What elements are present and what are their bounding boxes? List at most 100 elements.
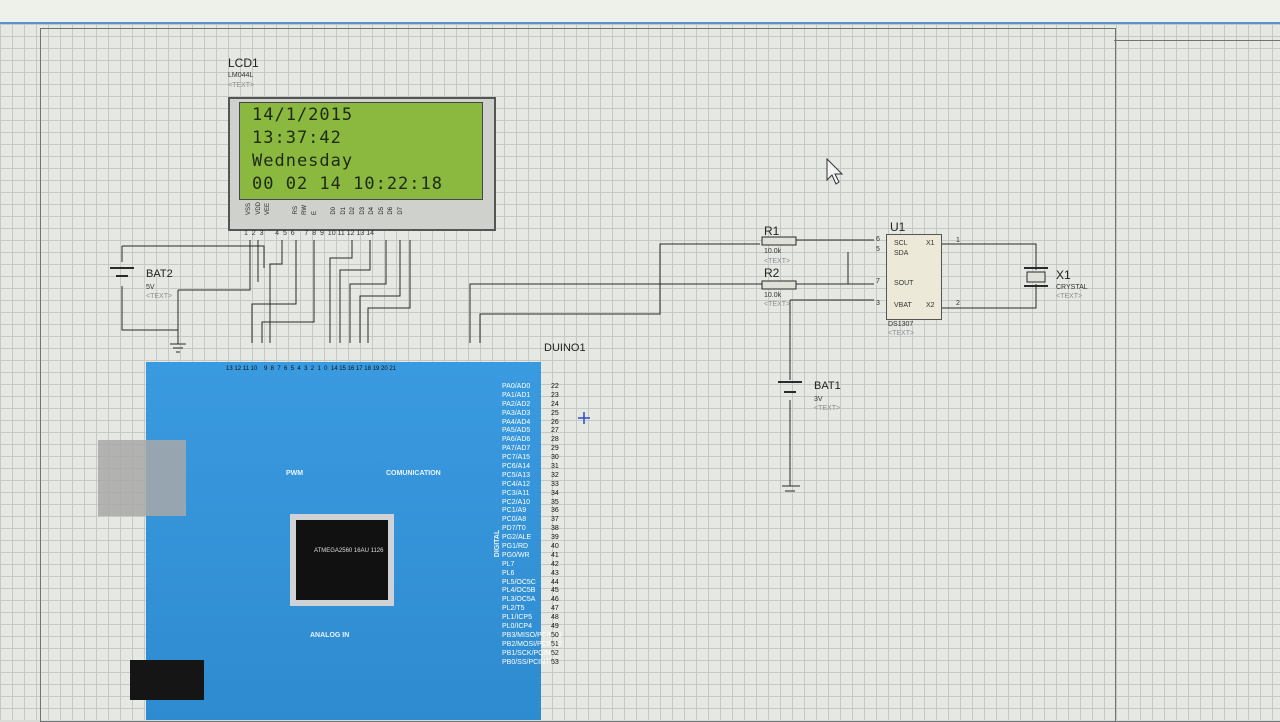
lcd-pin-number: 11 (337, 230, 345, 237)
right-pin-number: 42 (551, 560, 559, 568)
lcd-pin-label: D0 (331, 207, 337, 215)
right-pin-number: 46 (551, 596, 559, 604)
top-pin: 1 (317, 366, 321, 372)
right-pin-number: 22 (551, 383, 559, 390)
right-pin-number: 49 (551, 623, 559, 631)
lcd-pin-number: 10 (327, 230, 336, 237)
mouse-cursor-icon (826, 158, 844, 185)
lcd-line-4: 00 02 14 10:22:18 (252, 174, 443, 194)
lcd-model-label: LM044L (228, 72, 254, 79)
lcd-pin-label: D3 (359, 207, 366, 215)
right-pin-number: 40 (551, 543, 559, 551)
right-pin-number: 27 (551, 427, 559, 435)
rtc-pin-sout: SOUT (894, 280, 914, 287)
atmega-chip-label: ATMEGA2560 16AU 1126 (314, 548, 384, 554)
lcd-pin-label: D5 (378, 207, 385, 215)
arduino-top-pins: 13 12 11 10 9 8 7 6 5 4 3 2 1 0 14 15 16… (226, 366, 396, 372)
top-pin: 9 (263, 366, 268, 372)
right-pin-number: 26 (551, 418, 559, 426)
lcd-pin-label: D1 (340, 207, 347, 215)
right-pin-number: 32 (551, 471, 559, 479)
bat2-value-label: 5V (146, 284, 155, 291)
right-pin-number: 45 (551, 587, 559, 595)
lcd-pin-label: D4 (369, 207, 375, 215)
lcd-pin-number: 4 (275, 230, 280, 237)
u1-ref-label: U1 (890, 220, 906, 234)
top-pin: 13 (226, 366, 233, 372)
rtc-pin-x1: X1 (926, 240, 935, 247)
duino-ref-label: DUINO1 (544, 342, 586, 354)
lcd-pin-number: 7 (304, 230, 309, 237)
crosshair-icon (578, 412, 590, 424)
top-pin: 3 (304, 366, 308, 372)
com-section-label: COMUNICATION (386, 470, 441, 477)
top-pin: 0 (324, 366, 328, 372)
lcd-pin-label: E (311, 210, 318, 215)
right-pin-number: 53 (551, 658, 559, 666)
right-pin-number: 47 (551, 605, 559, 613)
top-pin: 17 (355, 366, 363, 372)
r2-text-tag: <TEXT> (764, 301, 791, 308)
right-pin-number: 23 (551, 391, 559, 399)
right-pin-number: 31 (551, 463, 559, 471)
rtc-pin-num: 2 (956, 300, 960, 307)
lcd-pin-label: D6 (388, 207, 394, 215)
pwm-section-label: PWM (286, 470, 304, 477)
top-pin: 2 (310, 366, 315, 372)
lcd-pin-label: D2 (350, 207, 356, 215)
r2-ref-label: R2 (764, 266, 780, 280)
lcd-pin-numbers: 1 2 3 4 5 6 7 8 9 10 11 12 13 14 (244, 230, 374, 237)
r2-value-label: 10.0k (764, 292, 782, 299)
lcd-pin-number: 2 (251, 230, 256, 237)
right-pin-number: 39 (551, 534, 559, 542)
right-pin-number: 43 (551, 569, 559, 577)
photo-dark-patch (130, 660, 204, 700)
bat2-ref-label: BAT2 (146, 268, 173, 280)
lcd-pin-number: 6 (290, 230, 295, 237)
right-pin-number: 36 (551, 507, 559, 515)
r1-text-tag: <TEXT> (764, 258, 791, 265)
lcd-pin-labels: VSS VDD VEE RS RW E D0 D1 D2 D3 D4 D5 D6 D7 (246, 202, 407, 217)
right-pin-number: 33 (551, 480, 559, 488)
right-pin-number: 30 (551, 454, 559, 462)
right-pin-number: 38 (551, 525, 559, 533)
lcd-text-tag: <TEXT> (228, 82, 255, 89)
r1-value-label: 10.0k (764, 248, 782, 255)
bat1-value-label: 3V (814, 396, 823, 403)
rtc-pin-num: 1 (956, 237, 960, 244)
x1-text-tag: <TEXT> (1056, 293, 1083, 300)
analog-section-label: ANALOG IN (310, 632, 350, 639)
top-pin: 21 (389, 366, 397, 372)
ds1307-part-label: DS1307 (888, 321, 914, 328)
right-pin-number: 50 (551, 631, 559, 639)
rtc-pin-sda: SDA (894, 250, 909, 257)
rtc-pin-vbat: VBAT (894, 302, 912, 309)
lcd-pin-number: 14 (366, 230, 375, 237)
right-pin-number: 44 (551, 578, 559, 586)
lcd-pin-label: D7 (397, 207, 404, 215)
top-pin: 20 (381, 366, 388, 372)
atmega-chip[interactable] (290, 514, 394, 606)
top-pin: 5 (290, 366, 295, 372)
lcd-pin-label: VDD (255, 202, 262, 215)
top-pin: 7 (277, 366, 281, 372)
right-pin-number: 51 (551, 640, 559, 648)
rtc-pin-num: 3 (876, 300, 880, 307)
right-pin-number: 41 (551, 551, 559, 559)
rtc-pin-num: 6 (876, 236, 880, 243)
lcd-line-3: Wednesday (252, 151, 354, 171)
rtc-pin-num: 5 (876, 246, 880, 253)
right-pin-number: 48 (551, 614, 559, 622)
lcd-pin-number: 3 (259, 230, 264, 237)
r1-ref-label: R1 (764, 224, 780, 238)
lcd-pin-label: VEE (265, 202, 271, 215)
top-pin: 12 (234, 366, 242, 372)
lcd-ref-label: LCD1 (228, 56, 259, 70)
lcd-pin-label: RS (292, 206, 299, 215)
photo-glare-patch (98, 440, 186, 516)
digital-section-label: DIGITAL (494, 529, 502, 558)
lcd-pin-label: RW (302, 204, 308, 215)
top-pin: 14 (330, 366, 338, 372)
top-pin: 6 (284, 366, 288, 372)
lcd-pin-number: 13 (356, 230, 365, 237)
